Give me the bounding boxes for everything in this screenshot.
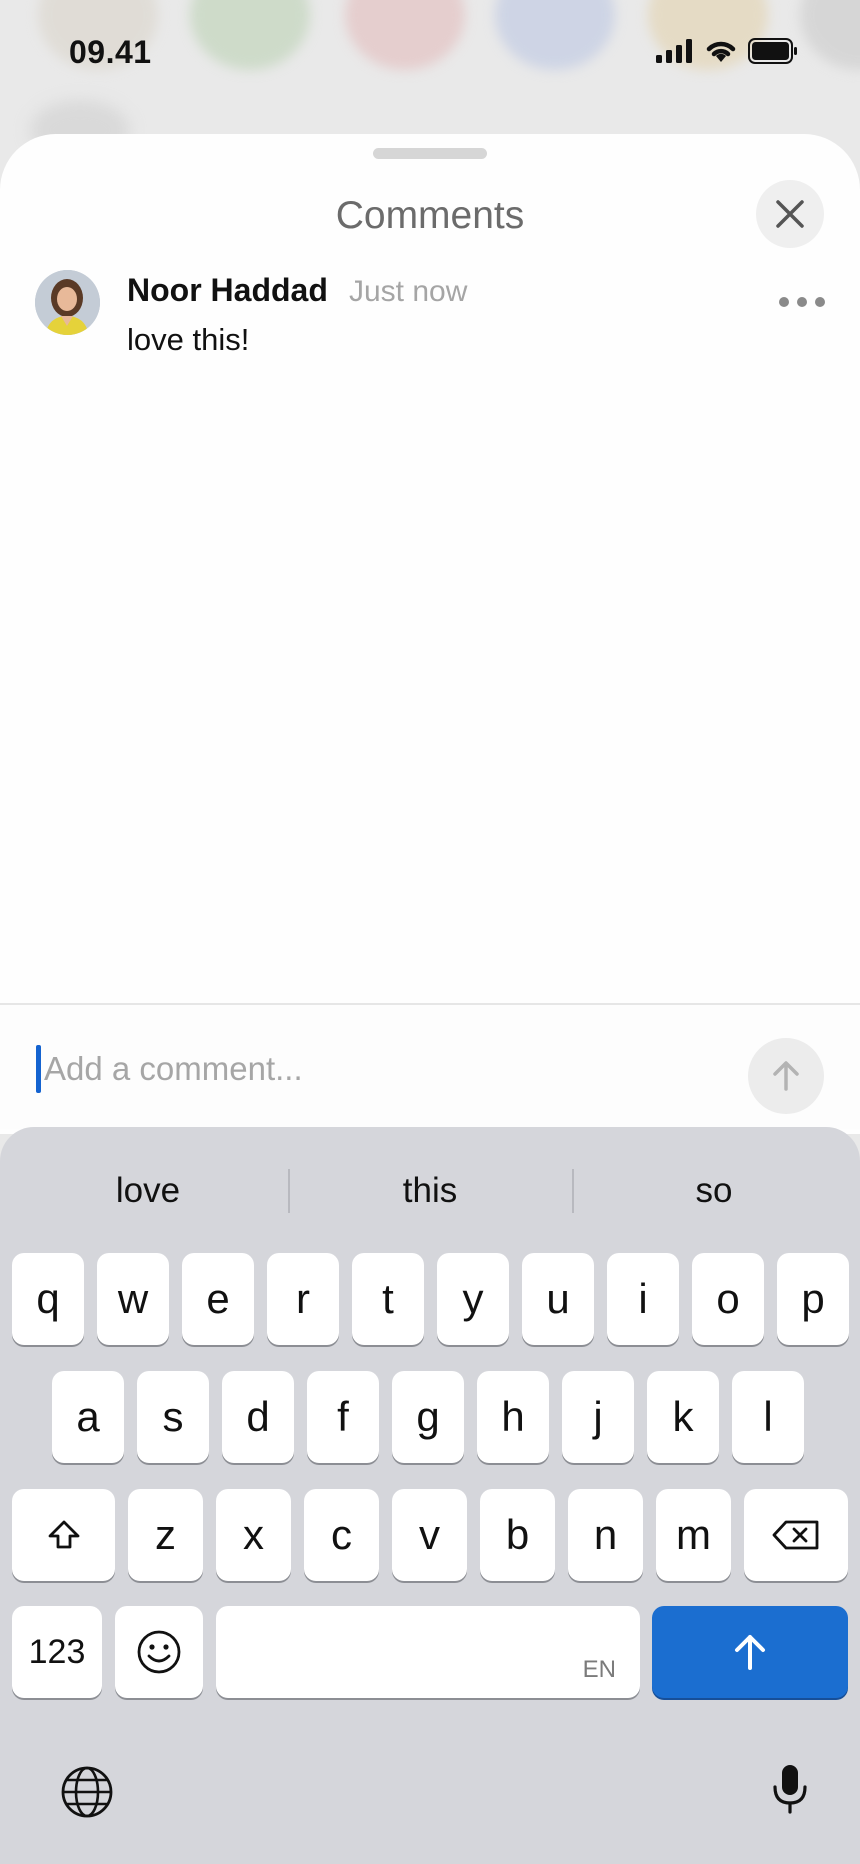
emoji-key[interactable] bbox=[115, 1606, 203, 1698]
key-p[interactable]: p bbox=[777, 1253, 849, 1345]
status-bar: 09.41 bbox=[0, 0, 860, 110]
key-v[interactable]: v bbox=[392, 1489, 467, 1581]
key-w[interactable]: w bbox=[97, 1253, 169, 1345]
key-m[interactable]: m bbox=[656, 1489, 731, 1581]
numbers-key[interactable]: 123 bbox=[12, 1606, 102, 1698]
key-s[interactable]: s bbox=[137, 1371, 209, 1463]
wifi-icon bbox=[706, 41, 736, 62]
status-time: 09.41 bbox=[69, 34, 152, 70]
arrow-up-icon bbox=[735, 1635, 765, 1670]
return-key[interactable] bbox=[652, 1606, 848, 1698]
cellular-signal-icon bbox=[656, 39, 692, 63]
delete-key[interactable] bbox=[744, 1489, 848, 1581]
key-f[interactable]: f bbox=[307, 1371, 379, 1463]
key-a[interactable]: a bbox=[52, 1371, 124, 1463]
key-l[interactable]: l bbox=[732, 1371, 804, 1463]
key-z[interactable]: z bbox=[128, 1489, 203, 1581]
suggestion-word[interactable]: love bbox=[6, 1171, 290, 1211]
comment-timestamp: Just now bbox=[349, 275, 468, 308]
comments-sheet: Comments Noor Haddad Just now love this! bbox=[0, 134, 860, 1134]
comment-composer bbox=[0, 1003, 860, 1129]
keyboard-suggestions: love this so bbox=[0, 1127, 860, 1255]
microphone-icon bbox=[773, 1765, 807, 1814]
key-d[interactable]: d bbox=[222, 1371, 294, 1463]
more-dot-icon bbox=[797, 297, 807, 307]
dictation-button[interactable] bbox=[772, 1763, 808, 1820]
send-button[interactable] bbox=[748, 1038, 824, 1114]
comment-author[interactable]: Noor Haddad bbox=[127, 272, 328, 309]
language-hint: EN bbox=[582, 1656, 616, 1683]
status-icons bbox=[656, 38, 798, 64]
suggestion-word[interactable]: this bbox=[288, 1171, 572, 1211]
key-c[interactable]: c bbox=[304, 1489, 379, 1581]
comment-more-button[interactable] bbox=[779, 294, 825, 310]
shift-key[interactable] bbox=[12, 1489, 115, 1581]
close-icon bbox=[776, 200, 804, 228]
key-e[interactable]: e bbox=[182, 1253, 254, 1345]
globe-button[interactable] bbox=[60, 1765, 114, 1824]
key-i[interactable]: i bbox=[607, 1253, 679, 1345]
avatar[interactable] bbox=[35, 270, 100, 335]
shift-icon bbox=[48, 1520, 79, 1549]
comment-item: Noor Haddad Just now love this! bbox=[35, 268, 825, 368]
key-x[interactable]: x bbox=[216, 1489, 291, 1581]
backspace-icon bbox=[772, 1520, 819, 1550]
key-g[interactable]: g bbox=[392, 1371, 464, 1463]
arrow-up-icon bbox=[773, 1061, 799, 1091]
key-q[interactable]: q bbox=[12, 1253, 84, 1345]
text-caret bbox=[36, 1045, 41, 1093]
sheet-title: Comments bbox=[335, 194, 525, 237]
sheet-grabber[interactable] bbox=[373, 148, 487, 159]
battery-icon bbox=[748, 38, 797, 64]
key-u[interactable]: u bbox=[522, 1253, 594, 1345]
key-j[interactable]: j bbox=[562, 1371, 634, 1463]
suggestion-word[interactable]: so bbox=[572, 1171, 856, 1211]
keyboard: love this so q w e r t y u i o p a s d f… bbox=[0, 1127, 860, 1864]
emoji-icon bbox=[137, 1630, 181, 1674]
key-k[interactable]: k bbox=[647, 1371, 719, 1463]
key-h[interactable]: h bbox=[477, 1371, 549, 1463]
key-b[interactable]: b bbox=[480, 1489, 555, 1581]
space-key[interactable]: EN bbox=[216, 1606, 640, 1698]
more-dot-icon bbox=[779, 297, 789, 307]
more-dot-icon bbox=[815, 297, 825, 307]
key-n[interactable]: n bbox=[568, 1489, 643, 1581]
key-o[interactable]: o bbox=[692, 1253, 764, 1345]
globe-icon bbox=[61, 1766, 113, 1818]
key-t[interactable]: t bbox=[352, 1253, 424, 1345]
comment-text: love this! bbox=[127, 322, 250, 357]
key-r[interactable]: r bbox=[267, 1253, 339, 1345]
close-button[interactable] bbox=[756, 180, 824, 248]
key-y[interactable]: y bbox=[437, 1253, 509, 1345]
comment-input[interactable] bbox=[44, 1045, 724, 1093]
